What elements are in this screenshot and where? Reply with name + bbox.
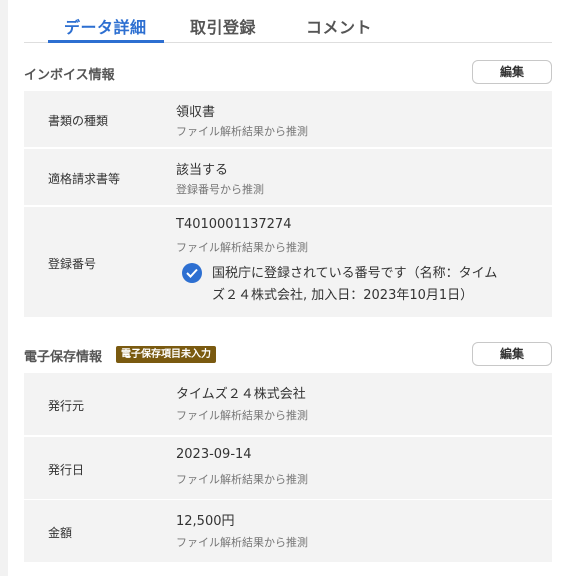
- storage-row-amount: 金額 12,500円 ファイル解析結果から推測: [24, 500, 552, 562]
- tab-data-detail[interactable]: データ詳細: [64, 14, 147, 38]
- row-value: 領収書: [176, 105, 216, 120]
- check-circle-icon: [182, 263, 202, 283]
- row-value: 12,500円: [176, 514, 235, 529]
- invoice-section-header: インボイス情報 編集: [24, 58, 552, 88]
- row-label: 書類の種類: [48, 114, 109, 128]
- verification-message: 国税庁に登録されている番号です（名称：タイム ズ２４株式会社, 加入日：2023…: [212, 263, 532, 307]
- storage-section-header: 電子保存情報 電子保存項目未入力 編集: [24, 340, 552, 370]
- storage-row-issue-date: 発行日 2023-09-14 ファイル解析結果から推測: [24, 437, 552, 499]
- row-source-note: ファイル解析結果から推測: [176, 125, 308, 138]
- invoice-row-qualified: 適格請求書等 該当する 登録番号から推測: [24, 149, 552, 205]
- storage-row-issuer: 発行元 タイムズ２４株式会社 ファイル解析結果から推測: [24, 373, 552, 435]
- invoice-row-document-type: 書類の種類 領収書 ファイル解析結果から推測: [24, 91, 552, 147]
- row-label: 登録番号: [48, 257, 97, 271]
- storage-edit-button[interactable]: 編集: [472, 342, 552, 366]
- invoice-edit-button[interactable]: 編集: [472, 60, 552, 84]
- row-value: 該当する: [176, 163, 229, 178]
- row-source-note: ファイル解析結果から推測: [176, 473, 308, 486]
- storage-section-title: 電子保存情報: [24, 350, 103, 365]
- active-tab-indicator: [48, 40, 164, 43]
- row-source-note: ファイル解析結果から推測: [176, 241, 308, 254]
- row-value: タイムズ２４株式会社: [176, 387, 306, 402]
- invoice-row-registration-number: 登録番号 T4010001137274 ファイル解析結果から推測 国税庁に登録さ…: [24, 207, 552, 317]
- row-label: 金額: [48, 526, 73, 540]
- row-source-note: 登録番号から推測: [176, 183, 264, 196]
- detail-panel: データ詳細 取引登録 コメント インボイス情報 編集 書類の種類 領収書 ファイ…: [24, 0, 552, 576]
- row-source-note: ファイル解析結果から推測: [176, 409, 308, 422]
- row-label: 発行日: [48, 463, 85, 477]
- row-value: 2023-09-14: [176, 447, 252, 462]
- tab-transaction-register[interactable]: 取引登録: [190, 14, 256, 38]
- tab-comment[interactable]: コメント: [306, 14, 372, 38]
- row-source-note: ファイル解析結果から推測: [176, 536, 308, 549]
- verification-line-2: ズ２４株式会社, 加入日：2023年10月1日）: [212, 288, 474, 303]
- row-label: 発行元: [48, 399, 85, 413]
- verification-line-1: 国税庁に登録されている番号です（名称：タイム: [212, 266, 498, 281]
- row-value: T4010001137274: [176, 217, 292, 232]
- tab-bar: データ詳細 取引登録 コメント: [24, 0, 552, 43]
- left-panel-edge: [0, 0, 8, 576]
- row-label: 適格請求書等: [48, 172, 121, 186]
- missing-fields-badge: 電子保存項目未入力: [116, 346, 216, 363]
- invoice-section-title: インボイス情報: [24, 68, 115, 83]
